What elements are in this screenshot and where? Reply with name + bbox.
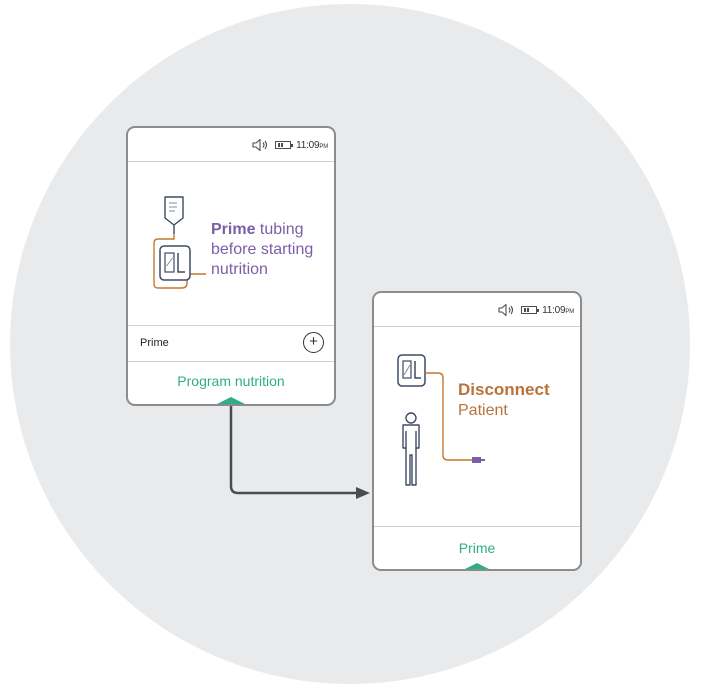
- disconnect-instruction: Disconnect Patient: [458, 380, 550, 419]
- prime-button[interactable]: Prime: [374, 526, 580, 569]
- flow-line: [229, 404, 356, 495]
- pump-icon: [159, 245, 191, 281]
- arrow-right-icon: [356, 487, 370, 499]
- disconnect-illustration: [397, 354, 485, 486]
- clock: 11:09PM: [542, 304, 574, 316]
- prime-action-row[interactable]: Prime +: [128, 325, 334, 362]
- prime-button-label: Prime: [458, 540, 496, 556]
- device-screen-prime: 11:09PM Prime tubing before starting nut…: [126, 126, 336, 406]
- speaker-icon: [498, 303, 514, 317]
- clock: 11:09PM: [296, 139, 328, 151]
- status-bar: 11:09PM: [374, 293, 580, 327]
- device-screen-disconnect: 11:09PM Disconnect Patient Prime: [372, 291, 582, 571]
- iv-bag-icon: [164, 196, 184, 234]
- program-nutrition-label: Program nutrition: [177, 373, 285, 389]
- program-nutrition-button[interactable]: Program nutrition: [128, 361, 334, 404]
- battery-icon: [521, 306, 540, 314]
- speaker-icon: [252, 138, 268, 152]
- flow-arrow: [229, 404, 370, 499]
- prime-row-label: Prime: [140, 337, 169, 349]
- plus-icon[interactable]: +: [303, 332, 324, 353]
- person-icon: [402, 412, 420, 486]
- status-bar: 11:09PM: [128, 128, 334, 162]
- nav-indicator-icon: [457, 563, 497, 569]
- prime-illustration: [153, 196, 206, 289]
- pump-icon: [397, 354, 426, 387]
- connector-icon: [472, 457, 485, 463]
- battery-icon: [275, 141, 294, 149]
- nav-indicator-icon: [211, 397, 251, 404]
- prime-instruction: Prime tubing before starting nutrition: [211, 221, 314, 278]
